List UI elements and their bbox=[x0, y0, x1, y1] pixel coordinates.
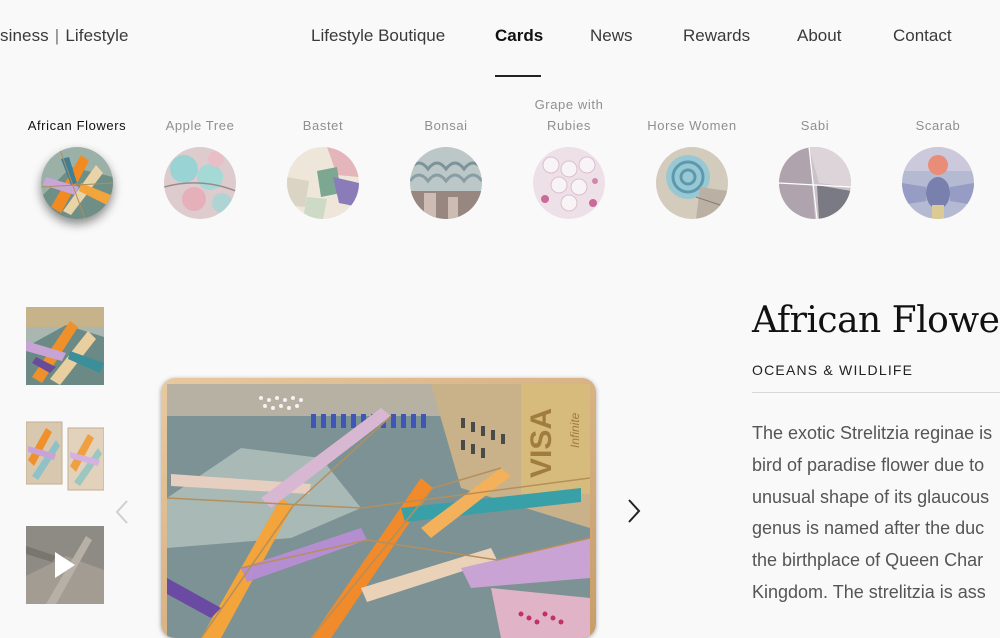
description-line: unusual shape of its glaucous bbox=[752, 487, 990, 507]
design-swatch-sabi bbox=[779, 147, 851, 219]
product-title: African Flowers bbox=[752, 300, 1000, 341]
card-brand-logo: VISA bbox=[525, 408, 558, 478]
product-category: OCEANS & WILDLIFE bbox=[752, 362, 914, 378]
nav-contact[interactable]: Contact bbox=[893, 26, 952, 46]
description-line: The exotic Strelitzia reginae is bbox=[752, 423, 993, 443]
nav-cards[interactable]: Cards bbox=[495, 26, 543, 46]
design-apple-tree[interactable]: Apple Tree bbox=[145, 96, 255, 219]
design-bonsai[interactable]: Bonsai bbox=[391, 96, 501, 219]
brand-lifestyle-link[interactable]: Lifestyle bbox=[65, 26, 128, 45]
design-label: Horse Women bbox=[647, 118, 737, 133]
design-label: Bastet bbox=[302, 118, 344, 133]
nav-lifestyle-boutique[interactable]: Lifestyle Boutique bbox=[311, 26, 445, 46]
nav-about[interactable]: About bbox=[797, 26, 841, 46]
nav-rewards[interactable]: Rewards bbox=[683, 26, 750, 46]
design-horse-women[interactable]: Horse Women bbox=[637, 96, 747, 219]
design-african-flowers[interactable]: African Flowers bbox=[22, 96, 132, 219]
design-grape-with-rubies[interactable]: Grape with Rubies bbox=[514, 96, 624, 219]
next-arrow-icon[interactable] bbox=[626, 498, 642, 524]
brand-separator: | bbox=[54, 26, 60, 45]
description-line: genus is named after the duc bbox=[752, 518, 985, 538]
thumbnail-card-front[interactable] bbox=[26, 307, 104, 385]
thumbnail-video[interactable] bbox=[26, 526, 104, 604]
design-bastet[interactable]: Bastet bbox=[268, 96, 378, 219]
design-label: Apple Tree bbox=[165, 118, 235, 133]
description-line: Kingdom. The strelitzia is ass bbox=[752, 582, 986, 602]
design-swatch-bastet bbox=[287, 147, 359, 219]
design-swatch-apple-tree bbox=[164, 147, 236, 219]
brand-business-link[interactable]: siness bbox=[0, 26, 49, 45]
nav-active-underline bbox=[495, 75, 541, 77]
description-line: the birthplace of Queen Char bbox=[752, 550, 984, 570]
design-swatch-scarab bbox=[902, 147, 974, 219]
design-label: African Flowers bbox=[27, 118, 127, 133]
play-icon[interactable] bbox=[53, 550, 77, 580]
design-label: Bonsai bbox=[424, 118, 468, 133]
design-swatch-african-flowers bbox=[41, 147, 113, 219]
thumbnail-card-pair[interactable] bbox=[26, 420, 104, 498]
design-sabi[interactable]: Sabi bbox=[760, 96, 870, 219]
design-swatch-horse-women bbox=[656, 147, 728, 219]
design-label: Sabi bbox=[800, 118, 830, 133]
nav-news[interactable]: News bbox=[590, 26, 633, 46]
design-scarab[interactable]: Scarab bbox=[883, 96, 993, 219]
brand-breadcrumb[interactable]: siness | Lifestyle bbox=[0, 26, 129, 46]
previous-arrow-icon[interactable] bbox=[114, 499, 130, 525]
description-line: bird of paradise flower due to bbox=[752, 455, 985, 475]
design-swatch-grape-with-rubies bbox=[533, 147, 605, 219]
design-label: Scarab bbox=[915, 118, 961, 133]
card-tier-text: Infinite bbox=[568, 412, 582, 448]
design-label: Grape with Rubies bbox=[534, 97, 604, 133]
section-divider bbox=[752, 392, 1000, 393]
card-image: VISA Infinite bbox=[161, 378, 596, 638]
design-swatch-bonsai bbox=[410, 147, 482, 219]
